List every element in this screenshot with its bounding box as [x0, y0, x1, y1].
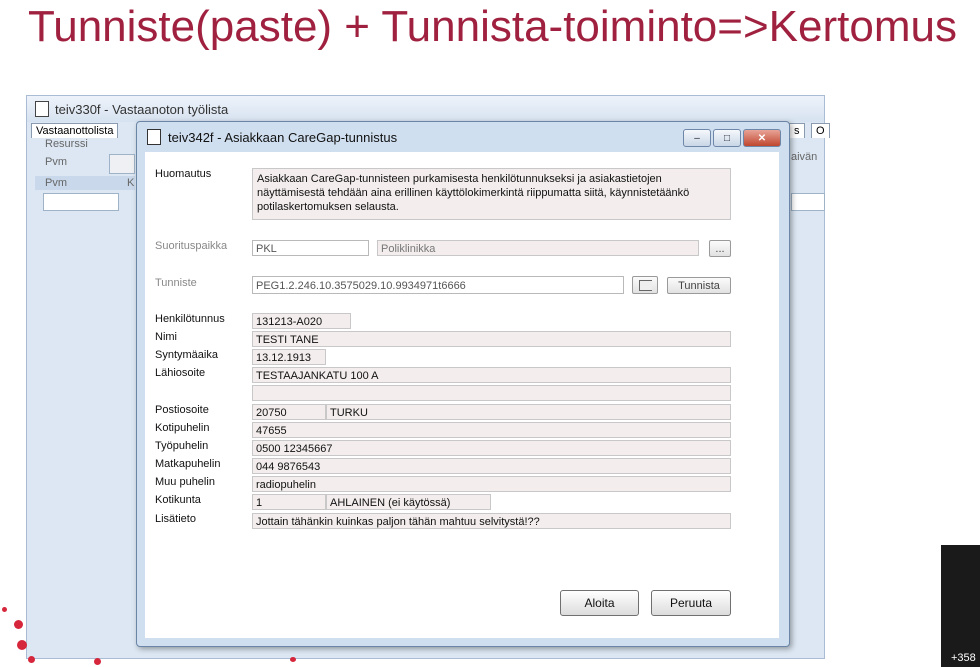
tyopuhelin-field: 0500 12345667 — [252, 440, 731, 456]
column-pvm: Pvm — [45, 177, 67, 189]
suorituspaikka-lookup-button[interactable]: ... — [709, 240, 731, 257]
aloita-button[interactable]: Aloita — [560, 590, 639, 616]
tunnista-button[interactable]: Tunnista — [667, 277, 731, 294]
background-window-title: teiv330f - Vastaanoton työlista — [55, 101, 229, 117]
muu-puhelin-label: Muu puhelin — [155, 476, 215, 488]
resurssi-label: Resurssi — [45, 138, 88, 150]
muu-puhelin-field: radiopuhelin — [252, 476, 731, 492]
paivan-label: aivän — [791, 151, 818, 163]
window-app-icon — [147, 129, 161, 145]
matkapuhelin-field: 044 9876543 — [252, 458, 731, 474]
dialog-body: Huomautus Asiakkaan CareGap-tunnisteen p… — [145, 152, 779, 638]
matkapuhelin-label: Matkapuhelin — [155, 458, 221, 470]
decor-dot — [290, 657, 296, 662]
kotikunta-code-field: 1 — [252, 494, 326, 510]
slide-title: Tunniste(paste) + Tunnista-toiminto=>Ker… — [28, 2, 957, 51]
postinumero-field: 20750 — [252, 404, 326, 420]
kotipuhelin-label: Kotipuhelin — [155, 422, 210, 434]
huomautus-text: Asiakkaan CareGap-tunnisteen purkamisest… — [252, 168, 731, 220]
tab-s[interactable]: s — [789, 123, 805, 138]
background-window-titlebar: teiv330f - Vastaanoton työlista — [27, 96, 824, 122]
footer-phone: +358 — [951, 652, 976, 664]
lahiosoite-label: Lähiosoite — [155, 367, 206, 379]
postitoimipaikka-field: TURKU — [326, 404, 731, 420]
column-k: K — [127, 177, 135, 189]
kotikunta-name-field: AHLAINEN (ei käytössä) — [326, 494, 491, 510]
paste-button[interactable] — [632, 276, 658, 294]
right-input[interactable] — [791, 193, 825, 211]
suorituspaikka-code-input[interactable]: PKL — [252, 240, 369, 256]
list-filter-input[interactable] — [43, 193, 119, 211]
lisatieto-label: Lisätieto — [155, 513, 196, 525]
nimi-field: TESTI TANE — [252, 331, 731, 347]
footer-dark-panel — [941, 545, 980, 667]
tab-o[interactable]: O — [811, 123, 830, 138]
decor-dot — [94, 658, 101, 665]
peruuta-button[interactable]: Peruuta — [651, 590, 731, 616]
window-app-icon — [35, 101, 49, 117]
decor-dot — [2, 607, 7, 612]
syntymaaika-label: Syntymäaika — [155, 349, 218, 361]
postiosoite-label: Postiosoite — [155, 404, 209, 416]
kotikunta-label: Kotikunta — [155, 494, 201, 506]
decor-dot — [28, 656, 35, 663]
pvm-label: Pvm — [45, 156, 67, 168]
lisatieto-field: Jottain tähänkin kuinkas paljon tähän ma… — [252, 513, 731, 529]
suorituspaikka-label: Suorituspaikka — [155, 240, 228, 252]
decor-dot — [17, 640, 27, 650]
syntymaaika-field: 13.12.1913 — [252, 349, 326, 365]
kotipuhelin-field: 47655 — [252, 422, 731, 438]
nimi-label: Nimi — [155, 331, 177, 343]
huomautus-label: Huomautus — [155, 168, 212, 180]
flag-icon — [638, 279, 652, 291]
henkilotunnus-field: 131213-A020 — [252, 313, 351, 329]
decor-dot — [14, 620, 23, 629]
lahiosoite-field-2 — [252, 385, 731, 401]
maximize-button[interactable]: □ — [713, 129, 741, 147]
tyopuhelin-label: Työpuhelin — [155, 440, 209, 452]
minimize-button[interactable]: ‒ — [683, 129, 711, 147]
lahiosoite-field: TESTAAJANKATU 100 A — [252, 367, 731, 383]
henkilotunnus-label: Henkilötunnus — [155, 313, 225, 325]
close-button[interactable]: ✕ — [743, 129, 781, 147]
tunniste-label: Tunniste — [155, 277, 197, 289]
tab-vastaanottolista[interactable]: Vastaanottolista — [31, 123, 119, 138]
dialog-title: teiv342f - Asiakkaan CareGap-tunnistus — [168, 129, 398, 145]
window-controls: ‒ □ ✕ — [683, 129, 781, 147]
tunniste-input[interactable]: PEG1.2.246.10.3575029.10.9934971t6666 — [252, 276, 624, 294]
caregap-dialog: teiv342f - Asiakkaan CareGap-tunnistus ‒… — [136, 121, 790, 647]
pvm-button[interactable] — [109, 154, 135, 174]
suorituspaikka-name-field: Poliklinikka — [377, 240, 699, 256]
